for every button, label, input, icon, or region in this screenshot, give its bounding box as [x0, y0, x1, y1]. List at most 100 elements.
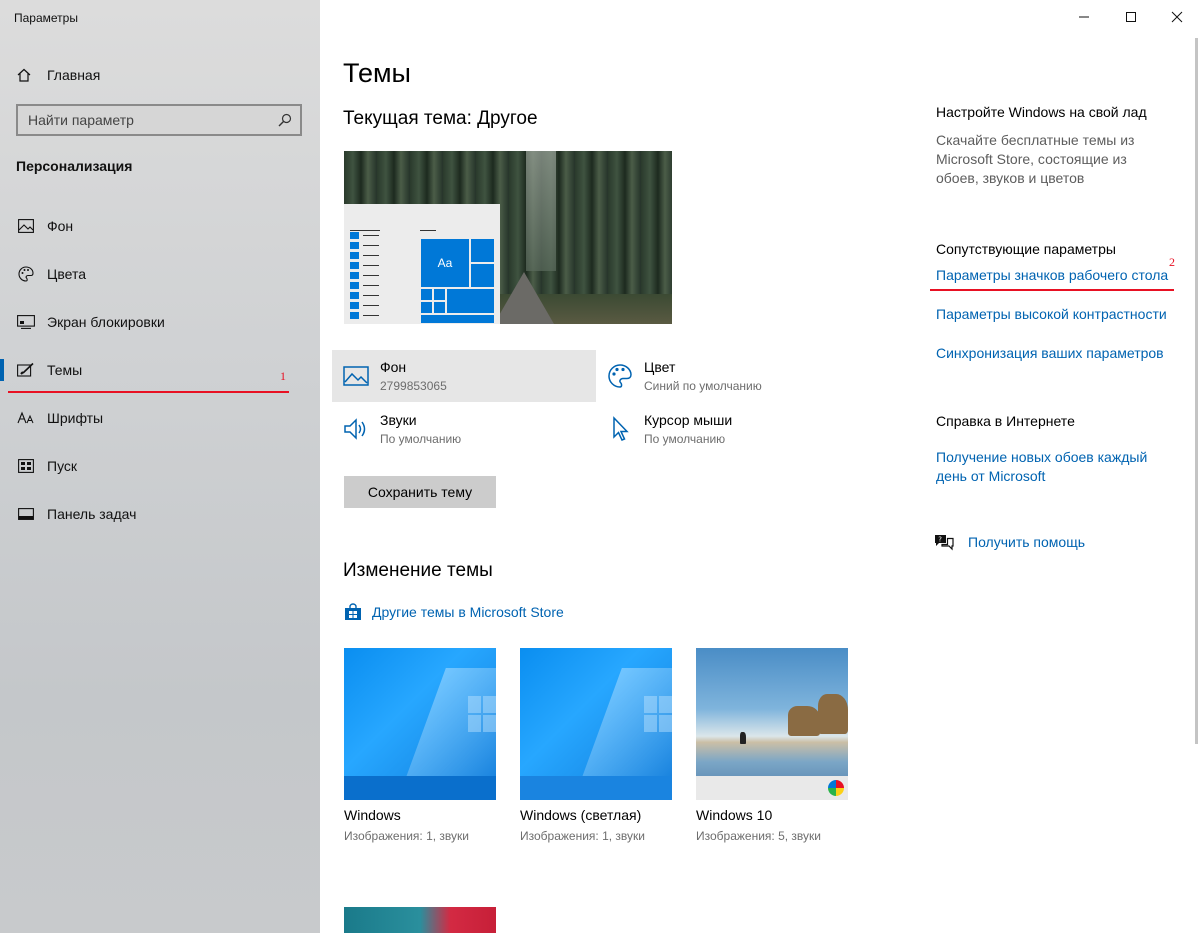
start-icon [17, 458, 35, 474]
maximize-icon [1126, 12, 1136, 22]
preview-tile-aa: Aa [420, 238, 470, 288]
picture-icon [343, 366, 369, 386]
search-icon[interactable] [278, 113, 292, 127]
get-help-link[interactable]: ? Получить помощь [934, 533, 1085, 551]
picture-icon [17, 218, 35, 234]
taskbar-icon [17, 506, 35, 522]
theme-preview: Aa [344, 151, 672, 324]
related-settings-title: Сопутствующие параметры [936, 241, 1116, 257]
option-value: 2799853065 [380, 379, 447, 393]
thumbnail-rock [818, 694, 848, 734]
preview-tile [433, 288, 446, 301]
font-icon [17, 410, 35, 426]
nav-home-label: Главная [47, 67, 101, 83]
search-input[interactable] [18, 106, 258, 134]
option-title: Звуки [380, 412, 417, 428]
thumbnail-strip [696, 776, 848, 800]
customize-desc: Скачайте бесплатные темы из Microsoft St… [936, 132, 1135, 186]
chat-help-icon: ? [935, 535, 954, 551]
save-theme-button[interactable]: Сохранить тему [344, 476, 496, 508]
online-help-title: Справка в Интернете [936, 413, 1075, 429]
sidebar-item-colors[interactable]: Цвета [0, 252, 320, 296]
option-sounds[interactable]: Звуки По умолчанию [332, 403, 596, 455]
option-value: Синий по умолчанию [644, 379, 762, 393]
option-background[interactable]: Фон 2799853065 [332, 350, 596, 402]
maximize-button[interactable] [1108, 0, 1154, 34]
option-color[interactable]: Цвет Синий по умолчанию [596, 350, 860, 402]
minimize-button[interactable] [1061, 0, 1107, 34]
svg-text:?: ? [938, 536, 942, 544]
sidebar-item-themes[interactable]: Темы [0, 348, 320, 392]
theme-desc: Изображения: 1, звуки [520, 829, 645, 843]
thumbnail-taskbar [520, 776, 672, 800]
close-icon [1171, 11, 1183, 23]
preview-tile [420, 301, 433, 314]
annotation-underline-1 [8, 391, 289, 393]
preview-tile [470, 238, 495, 263]
customize-title: Настройте Windows на свой лад [936, 104, 1147, 120]
sidebar-item-label: Темы [47, 362, 83, 378]
palette-icon [17, 266, 35, 282]
preview-tile [446, 288, 495, 314]
theme-card-windows[interactable]: Windows Изображения: 1, звуки [344, 648, 496, 843]
search-box[interactable] [16, 104, 302, 136]
theme-desc: Изображения: 1, звуки [344, 829, 469, 843]
option-value: По умолчанию [644, 432, 726, 446]
preview-window: Aa [344, 204, 500, 324]
theme-name: Windows (светлая) [520, 807, 642, 823]
sidebar-item-label: Экран блокировки [47, 314, 165, 330]
preview-start-list [350, 232, 380, 322]
sidebar-item-label: Цвета [47, 266, 86, 282]
close-button[interactable] [1154, 0, 1200, 34]
sidebar: Параметры Главная Персонализация Фон Цве… [0, 0, 320, 933]
scrollbar[interactable] [1195, 38, 1198, 744]
theme-thumbnail [696, 648, 848, 800]
daily-wallpaper-link[interactable]: Получение новых обоев каждый день от Mic… [936, 448, 1166, 486]
preview-tile [420, 288, 433, 301]
option-title: Фон [380, 359, 407, 375]
high-contrast-link[interactable]: Параметры высокой контрастности [936, 306, 1167, 322]
annotation-underline-2 [930, 289, 1174, 291]
palette-icon [608, 364, 632, 388]
theme-card-windows-light[interactable]: Windows (светлая) Изображения: 1, звуки [520, 648, 672, 843]
store-link-label: Другие темы в Microsoft Store [372, 604, 564, 620]
nav-home[interactable]: Главная [16, 64, 100, 86]
desktop-icon-settings-link[interactable]: Параметры значков рабочего стола [936, 267, 1168, 283]
option-cursor[interactable]: Курсор мыши По умолчанию [596, 403, 860, 455]
annotation-number-1: 1 [280, 369, 286, 383]
store-link[interactable]: Другие темы в Microsoft Store [344, 603, 564, 621]
color-wheel-icon [828, 780, 844, 796]
sidebar-item-taskbar[interactable]: Панель задач [0, 492, 320, 536]
lock-screen-icon [17, 314, 35, 330]
sidebar-item-background[interactable]: Фон [0, 204, 320, 248]
sidebar-item-fonts[interactable]: Шрифты [0, 396, 320, 440]
theme-thumbnail-partial[interactable] [344, 907, 496, 933]
theme-thumbnail [520, 648, 672, 800]
preview-tile [433, 301, 446, 314]
brush-icon [17, 362, 35, 378]
preview-road [494, 272, 554, 324]
current-theme-title: Текущая тема: Другое [343, 108, 538, 129]
change-theme-title: Изменение темы [343, 560, 493, 581]
windows-logo-icon [468, 696, 496, 732]
sidebar-item-label: Шрифты [47, 410, 104, 426]
sidebar-item-label: Пуск [47, 458, 78, 474]
preview-tile [420, 314, 495, 324]
sidebar-item-label: Фон [47, 218, 74, 234]
store-bag-icon [345, 603, 361, 620]
theme-name: Windows [344, 807, 401, 823]
app-title: Параметры [14, 11, 78, 25]
theme-card-windows-10[interactable]: Windows 10 Изображения: 5, звуки [696, 648, 848, 843]
sync-settings-link[interactable]: Синхронизация ваших параметров [936, 345, 1164, 361]
windows-logo-icon [644, 696, 672, 732]
page-title: Темы [343, 58, 411, 88]
sidebar-item-label: Панель задач [47, 506, 137, 522]
sidebar-item-start[interactable]: Пуск [0, 444, 320, 488]
sidebar-item-lock-screen[interactable]: Экран блокировки [0, 300, 320, 344]
annotation-number-2: 2 [1169, 255, 1175, 269]
get-help-label: Получить помощь [968, 534, 1086, 550]
cursor-icon [613, 416, 629, 441]
option-title: Курсор мыши [644, 412, 733, 428]
speaker-icon [344, 418, 366, 440]
minimize-icon [1079, 16, 1089, 18]
